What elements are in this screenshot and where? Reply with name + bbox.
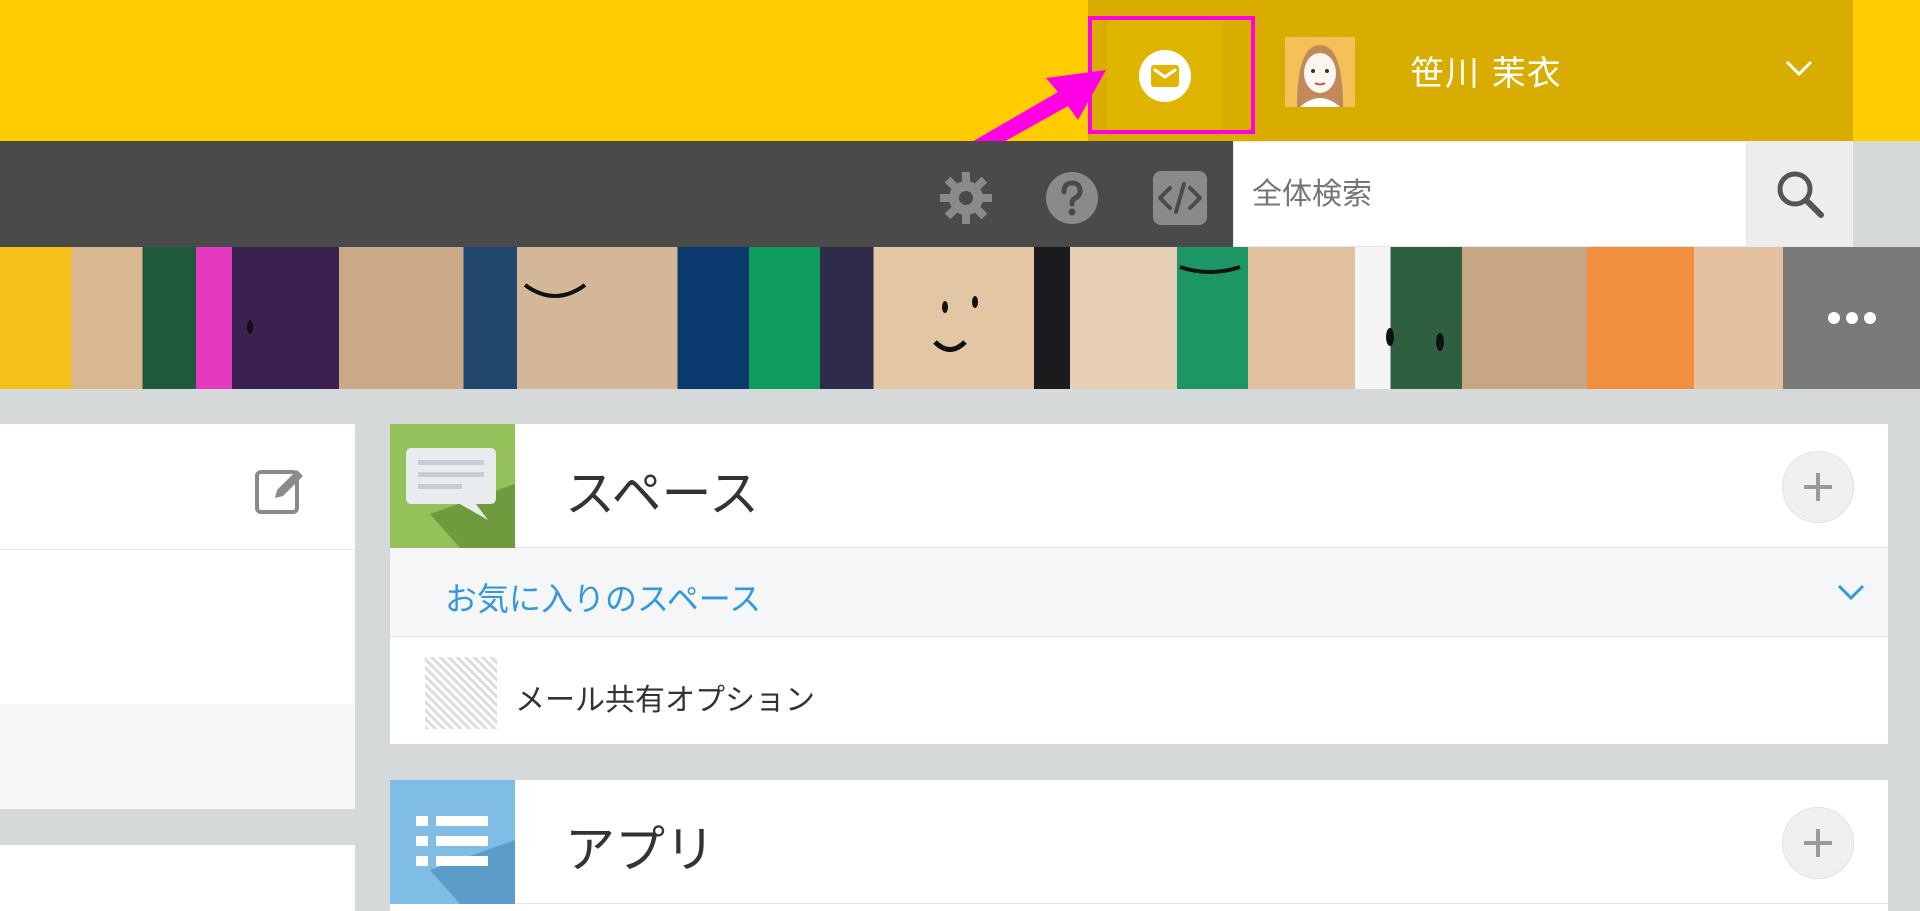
spaces-card: スペース お気に入りのスペース メール共有オプション [390, 424, 1888, 744]
add-app-button[interactable] [1782, 807, 1854, 879]
question-icon[interactable] [1044, 170, 1100, 226]
apps-card: アプリ [390, 780, 1888, 911]
list-icon [390, 780, 515, 904]
favorite-spaces-toggle[interactable]: お気に入りのスペース [390, 548, 1888, 637]
code-icon[interactable] [1152, 170, 1208, 226]
header-banner-image [0, 247, 1783, 389]
search-icon [1777, 171, 1824, 218]
left-panel [0, 424, 355, 809]
apps-title: アプリ [565, 821, 715, 879]
gear-icon[interactable] [938, 170, 994, 226]
plus-icon [1804, 473, 1832, 501]
favorite-spaces-label: お気に入りのスペース [445, 580, 762, 618]
space-thumbnail [425, 657, 497, 729]
notification-button[interactable] [1107, 18, 1223, 134]
list-item[interactable]: メール共有オプション [390, 637, 1888, 745]
avatar[interactable] [1285, 37, 1355, 107]
spaces-header: スペース [390, 424, 1888, 548]
space-name: メール共有オプション [515, 683, 815, 718]
edit-icon[interactable] [253, 462, 309, 518]
search-box [1233, 141, 1747, 247]
more-dots-icon [1827, 312, 1876, 324]
left-panel-lower [0, 845, 355, 911]
search-input[interactable] [1234, 142, 1746, 246]
spaces-title: スペース [565, 465, 759, 523]
divider [0, 549, 355, 550]
chevron-down-icon[interactable] [1783, 56, 1815, 80]
chevron-down-icon [1837, 584, 1865, 601]
top-header [0, 0, 1920, 141]
plus-icon [1804, 829, 1832, 857]
user-name[interactable]: 笹川 茉衣 [1410, 46, 1562, 95]
more-button[interactable] [1783, 247, 1920, 389]
apps-header: アプリ [390, 780, 1888, 904]
list-item[interactable] [0, 704, 355, 809]
mail-icon [1139, 50, 1191, 102]
speech-bubble-icon [390, 424, 515, 548]
search-button[interactable] [1747, 141, 1853, 247]
add-space-button[interactable] [1782, 451, 1854, 523]
